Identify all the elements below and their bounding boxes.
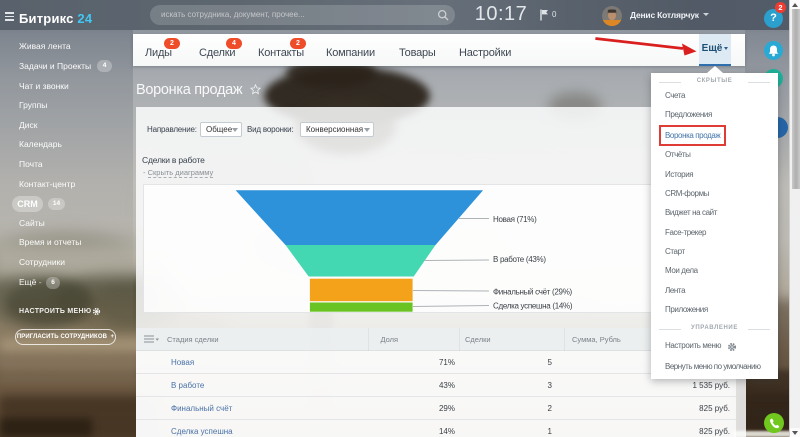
svg-text:Новая (71%): Новая (71%)	[493, 215, 537, 224]
svg-text:Финальный счёт (29%): Финальный счёт (29%)	[493, 288, 573, 297]
svg-text:Сделка успешна (14%): Сделка успешна (14%)	[493, 302, 573, 311]
svg-text:В работе (43%): В работе (43%)	[493, 255, 546, 264]
